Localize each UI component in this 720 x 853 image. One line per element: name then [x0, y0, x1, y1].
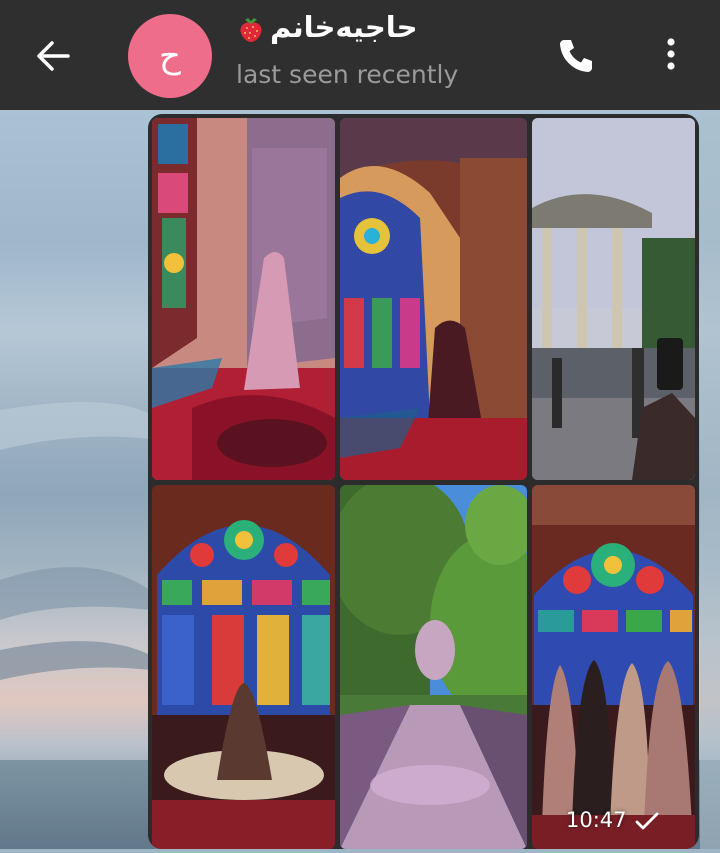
contact-name: حاجیه‌خانم: [270, 10, 418, 44]
hafez-tomb-image: [532, 118, 695, 480]
album-photo-1[interactable]: [152, 118, 335, 480]
album-photo-3[interactable]: [532, 118, 695, 480]
avatar[interactable]: ح: [128, 14, 212, 98]
more-menu-button[interactable]: [658, 34, 684, 78]
album-photo-2[interactable]: [340, 118, 527, 480]
message-time: 10:47: [566, 808, 659, 838]
album-photo-5[interactable]: [340, 485, 527, 849]
call-button[interactable]: [554, 34, 598, 78]
contact-title[interactable]: حاجیه‌خانم: [236, 10, 536, 54]
mosque-interior-image: [152, 118, 335, 480]
album-photo-6[interactable]: [532, 485, 695, 849]
chat-header: ح حاجیه‌خانم last seen recently: [0, 0, 720, 110]
album-photo-4[interactable]: [152, 485, 335, 849]
photo-album-message[interactable]: [148, 114, 699, 849]
phone-icon: [560, 40, 592, 72]
back-button[interactable]: [32, 34, 76, 78]
stained-glass-window-image: [152, 485, 335, 849]
strawberry-icon: [240, 18, 262, 42]
more-vertical-icon: [667, 38, 675, 70]
last-seen-status: last seen recently: [236, 60, 459, 89]
group-stained-glass-image: [532, 485, 695, 849]
message-time-text: 10:47: [566, 808, 627, 832]
garden-path-image: [340, 485, 527, 849]
check-icon: [635, 812, 658, 830]
stained-glass-arch-image: [340, 118, 527, 480]
arrow-left-icon: [37, 41, 70, 71]
